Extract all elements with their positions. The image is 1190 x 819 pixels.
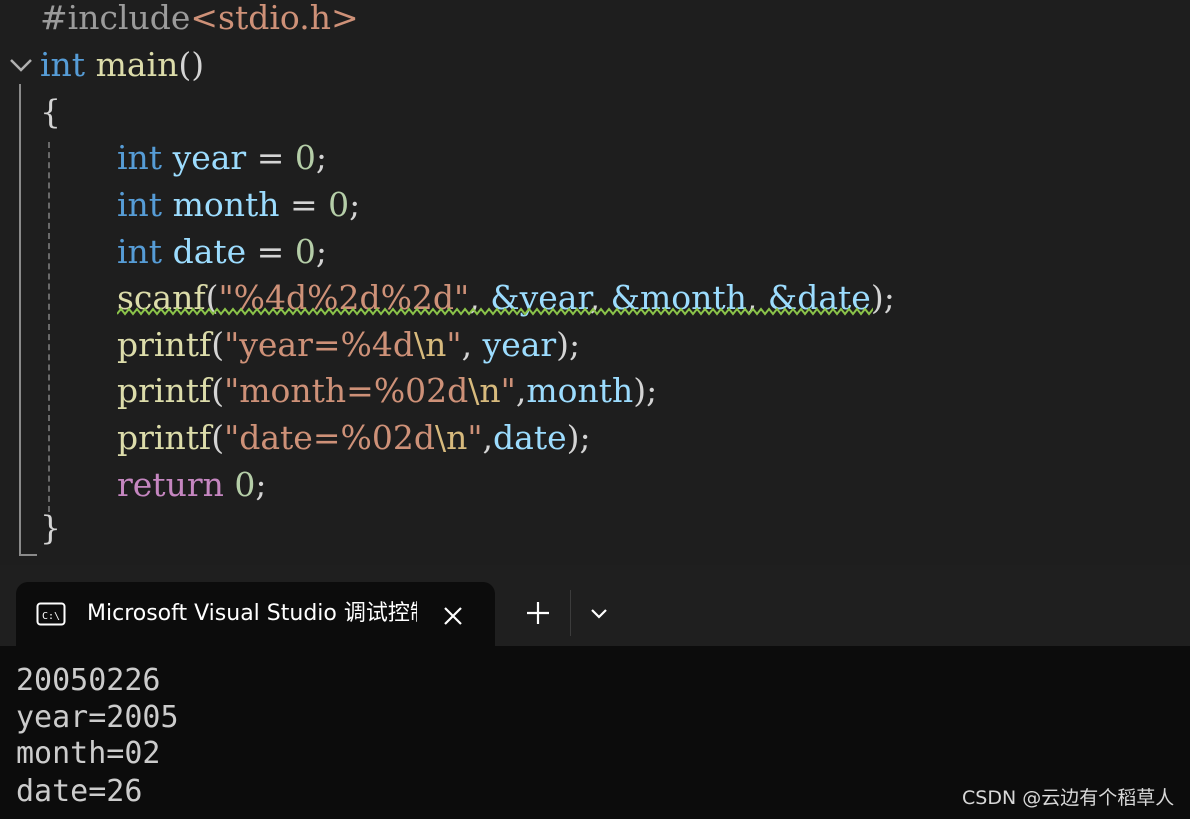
- warning-squiggle[interactable]: [117, 307, 873, 317]
- function-name: printf: [117, 371, 212, 410]
- plus-icon[interactable]: [520, 598, 556, 628]
- console-output-line: 20050226: [16, 663, 161, 698]
- keyword: return: [117, 465, 224, 504]
- include-directive: #include: [40, 0, 191, 37]
- quote: ": [500, 371, 516, 410]
- comma: ,: [482, 418, 494, 457]
- paren-close: );: [633, 371, 658, 410]
- paren-open: (: [211, 418, 225, 457]
- code-line-include[interactable]: #include<stdio.h>: [40, 0, 359, 41]
- fold-region-end: [19, 554, 37, 556]
- code-line-decl-month[interactable]: int month = 0;: [117, 182, 360, 228]
- indent-guide: [48, 142, 50, 512]
- paren-close: );: [566, 418, 591, 457]
- chevron-down-icon[interactable]: [584, 600, 614, 626]
- semicolon: ;: [315, 138, 327, 177]
- code-line-main[interactable]: int main(): [40, 42, 204, 88]
- variable: year: [172, 138, 247, 177]
- function-name: main: [95, 45, 179, 84]
- paren-close: );: [556, 325, 581, 364]
- escape-sequence: \n: [434, 418, 468, 457]
- terminal-tab[interactable]: C:\ Microsoft Visual Studio 调试控制台: [16, 582, 495, 646]
- brace: }: [40, 508, 61, 547]
- paren-open: (: [211, 371, 225, 410]
- paren-open: (: [211, 325, 225, 364]
- code-line-brace-close[interactable]: }: [40, 505, 61, 551]
- argument: month: [526, 371, 634, 410]
- format-string: "year=%4d: [224, 325, 414, 364]
- terminal-tab-strip: C:\ Microsoft Visual Studio 调试控制台: [0, 565, 1190, 646]
- code-line-decl-date[interactable]: int date = 0;: [117, 229, 327, 275]
- code-editor[interactable]: #include<stdio.h> int main() { int year …: [0, 0, 1190, 565]
- operator: =: [246, 232, 295, 271]
- include-header: <stdio.h>: [190, 0, 359, 37]
- number: 0: [234, 465, 256, 504]
- variable: date: [172, 232, 247, 271]
- debug-console-window: C:\ Microsoft Visual Studio 调试控制台 200502…: [0, 565, 1190, 819]
- format-string: "date=%02d: [224, 418, 435, 457]
- parens: (): [178, 45, 205, 84]
- code-line-printf-date[interactable]: printf("date=%02d\n",date);: [117, 415, 591, 461]
- keyword: int: [117, 185, 163, 224]
- variable: month: [172, 185, 280, 224]
- fold-chevron-icon[interactable]: [8, 54, 34, 76]
- function-name: printf: [117, 418, 212, 457]
- quote: ": [467, 418, 483, 457]
- number: 0: [294, 138, 316, 177]
- escape-sequence: \n: [414, 325, 447, 364]
- fold-region-line: [19, 84, 21, 556]
- keyword: int: [117, 232, 163, 271]
- number: 0: [294, 232, 316, 271]
- semicolon: ;: [255, 465, 267, 504]
- operator: =: [246, 138, 295, 177]
- code-line-printf-month[interactable]: printf("month=%02d\n",month);: [117, 368, 657, 414]
- console-output-line: month=02: [16, 736, 161, 771]
- console-output-line: year=2005: [16, 700, 179, 735]
- escape-sequence: \n: [468, 371, 501, 410]
- quote: ": [446, 325, 462, 364]
- paren-close: );: [870, 278, 895, 317]
- function-name: printf: [117, 325, 212, 364]
- code-line-return[interactable]: return 0;: [117, 462, 266, 508]
- console-icon: C:\: [36, 602, 66, 626]
- close-icon[interactable]: [439, 602, 467, 630]
- tab-title: Microsoft Visual Studio 调试控制台: [87, 601, 417, 626]
- watermark: CSDN @云边有个稻草人: [962, 787, 1175, 809]
- semicolon: ;: [349, 185, 361, 224]
- number: 0: [328, 185, 350, 224]
- semicolon: ;: [315, 232, 327, 271]
- comma: ,: [461, 325, 483, 364]
- svg-text:C:\: C:\: [42, 611, 60, 622]
- tab-separator: [570, 590, 571, 636]
- code-line-brace-open[interactable]: {: [40, 89, 61, 135]
- format-string: "month=%02d: [224, 371, 469, 410]
- keyword: int: [40, 45, 86, 84]
- argument: year: [482, 325, 557, 364]
- argument: date: [493, 418, 567, 457]
- brace: {: [40, 92, 61, 131]
- keyword: int: [117, 138, 163, 177]
- code-line-decl-year[interactable]: int year = 0;: [117, 135, 327, 181]
- operator: =: [279, 185, 329, 224]
- console-output-line: date=26: [16, 774, 143, 809]
- code-line-printf-year[interactable]: printf("year=%4d\n", year);: [117, 322, 580, 368]
- comma: ,: [515, 371, 527, 410]
